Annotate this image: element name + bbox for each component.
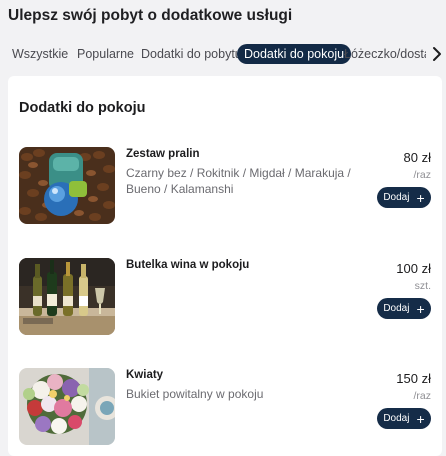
item-price: 80 zł <box>403 150 431 165</box>
add-button[interactable]: Dodaj + <box>377 187 431 208</box>
tab-dodatki-do-pobytu[interactable]: Dodatki do pobytu <box>141 44 242 64</box>
add-button-label: Dodaj <box>383 192 410 203</box>
tab-wszystkie[interactable]: Wszystkie <box>12 44 68 64</box>
wine-bottles-image <box>19 258 115 335</box>
add-button[interactable]: Dodaj + <box>377 408 431 429</box>
item-unit: szt. <box>414 280 431 292</box>
add-button-label: Dodaj <box>383 413 410 424</box>
item-price: 150 zł <box>396 371 431 386</box>
item-description: Czarny bez / Rokitnik / Migdał / Marakuj… <box>126 166 351 196</box>
list-item: Zestaw pralin Czarny bez / Rokitnik / Mi… <box>8 147 442 227</box>
plus-icon: + <box>416 189 425 206</box>
item-description: Bukiet powitalny w pokoju <box>126 387 264 401</box>
add-button-label: Dodaj <box>383 303 410 314</box>
section-title: Dodatki do pokoju <box>19 100 146 116</box>
tab-dodatki-do-pokoju[interactable]: Dodatki do pokoju <box>237 44 352 64</box>
list-item: Kwiaty Bukiet powitalny w pokoju 150 zł … <box>8 368 442 448</box>
list-item: Butelka wina w pokoju 100 zł szt. Dodaj … <box>8 258 442 338</box>
page-title: Ulepsz swój pobyt o dodatkowe usługi <box>8 7 293 24</box>
plus-icon: + <box>416 410 425 427</box>
item-unit: /raz <box>413 390 431 402</box>
pralines-image <box>19 147 115 224</box>
tabs-scroll-area[interactable]: Wszystkie Popularne Dodatki do pobytu Do… <box>0 42 426 66</box>
plus-icon: + <box>416 300 425 317</box>
item-name: Kwiaty <box>126 369 164 381</box>
category-tabs: Wszystkie Popularne Dodatki do pobytu Do… <box>0 42 446 66</box>
item-name: Butelka wina w pokoju <box>126 259 250 271</box>
flowers-image <box>19 368 115 445</box>
item-name: Zestaw pralin <box>126 148 200 160</box>
add-button[interactable]: Dodaj + <box>377 298 431 319</box>
addons-card: Dodatki do pokoju Zestaw pralin Czarny b… <box>8 76 442 456</box>
chevron-right-icon[interactable] <box>430 45 444 63</box>
tab-popularne[interactable]: Popularne <box>77 44 134 64</box>
tab-lozeczko-dostawka[interactable]: Łóżeczko/dostawka <box>344 44 426 64</box>
item-price: 100 zł <box>396 261 431 276</box>
item-unit: /raz <box>413 169 431 181</box>
